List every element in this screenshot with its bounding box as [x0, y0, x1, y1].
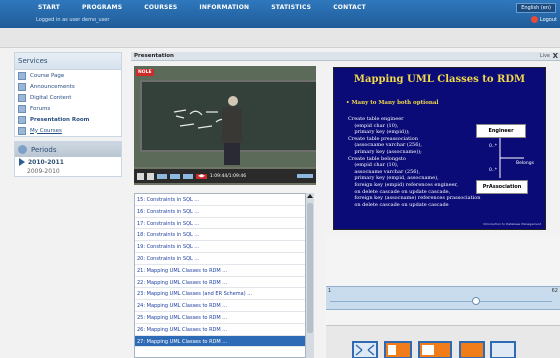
list-item[interactable]: 22: Mapping UML Classes to RDM ...	[135, 277, 313, 289]
live-label: Live	[539, 53, 550, 59]
top-navigation: START PROGRAMS COURSES INFORMATION STATI…	[0, 0, 560, 28]
nav-start[interactable]: START	[38, 4, 60, 11]
list-item[interactable]: 26: Mapping UML Classes to RDM ...	[135, 324, 313, 336]
video-controls: ◀▶ 1:09:44/1:09:46	[134, 169, 316, 183]
logout-label: Logout	[539, 16, 557, 23]
nav-statistics[interactable]: STATISTICS	[271, 4, 311, 11]
timeline-track	[330, 301, 552, 302]
list-item[interactable]: 16: Constraints in SQL ...	[135, 206, 313, 218]
layout-video-only-icon[interactable]	[490, 341, 516, 358]
list-item-selected[interactable]: 27: Mapping UML Classes to RDM ...	[135, 335, 313, 348]
sub-bar	[0, 28, 560, 48]
list-item[interactable]: 25: Mapping UML Classes to RDM ...	[135, 312, 313, 324]
video-badge: NOLE	[136, 69, 154, 76]
layout-slide-only-icon[interactable]	[459, 341, 485, 358]
entity-engineer: Engineer	[476, 124, 526, 138]
nav-programs[interactable]: PROGRAMS	[82, 4, 122, 11]
progress-segment[interactable]	[170, 173, 180, 179]
sidebar-item-label: My Courses	[30, 127, 62, 134]
list-item[interactable]: 18: Constraints in SQL ...	[135, 229, 313, 242]
services-box: Services Course Page Announcements Digit…	[14, 52, 122, 137]
seek-marker[interactable]: ◀▶	[196, 173, 207, 179]
sidebar-item-course-page[interactable]: Course Page	[15, 70, 121, 81]
logout-icon	[530, 16, 538, 23]
nav-information[interactable]: INFORMATION	[199, 4, 249, 11]
sidebar-item-forums[interactable]: Forums	[15, 103, 121, 114]
entity-prassociation: PrAssociation	[476, 180, 528, 194]
presentation-slide: Mapping UML Classes to RDM • Many to Man…	[333, 67, 546, 230]
layout-toolbar	[326, 325, 560, 358]
list-item[interactable]: 15: Constraints in SQL ...	[135, 194, 313, 206]
timeline-end: 62	[551, 288, 558, 294]
nav-menu: START PROGRAMS COURSES INFORMATION STATI…	[38, 4, 366, 11]
multiplicity-top: 0..*	[489, 144, 497, 149]
period-item[interactable]: 2010-2011	[15, 157, 121, 167]
forum-icon	[18, 104, 26, 113]
services-title: Services	[15, 53, 121, 70]
sidebar-item-label: Digital Content	[30, 94, 72, 101]
sidebar-item-presentation-room[interactable]: Presentation Room	[15, 114, 121, 125]
sidebar-item-announcements[interactable]: Announcements	[15, 81, 121, 92]
list-item[interactable]: 19: Constraints in SQL ...	[135, 241, 313, 253]
content-icon	[18, 93, 26, 102]
er-diagram-lines	[499, 138, 524, 178]
page-icon	[18, 71, 26, 80]
courses-icon	[18, 126, 26, 135]
close-icon[interactable]: X	[553, 52, 558, 60]
presentation-icon	[18, 115, 26, 124]
timeline-start: 1	[328, 288, 332, 294]
sidebar-item-label: Forums	[30, 105, 51, 112]
scroll-up-icon[interactable]	[307, 194, 313, 198]
volume-slider[interactable]	[297, 174, 313, 178]
sidebar-item-digital-content[interactable]: Digital Content	[15, 92, 121, 103]
sidebar-item-my-courses[interactable]: My Courses	[15, 125, 121, 136]
lecturer	[222, 96, 244, 166]
chapter-list: 15: Constraints in SQL ... 16: Constrain…	[134, 193, 314, 358]
list-item[interactable]: 24: Mapping UML Classes to RDM ...	[135, 300, 313, 312]
sidebar: Services Course Page Announcements Digit…	[14, 52, 122, 177]
play-icon	[19, 158, 25, 166]
chapter-scrollbar[interactable]	[305, 193, 314, 358]
language-selector[interactable]: English (en)	[516, 3, 556, 13]
timeline-knob[interactable]	[472, 297, 480, 305]
periods-label: Periods	[31, 145, 57, 154]
list-item[interactable]: 21: Mapping UML Classes to RDM ...	[135, 265, 313, 277]
sidebar-item-label: Presentation Room	[30, 116, 90, 123]
list-item[interactable]: 17: Constraints in SQL ...	[135, 218, 313, 230]
periods-icon	[18, 145, 27, 154]
multiplicity-bottom: 0..*	[489, 168, 497, 173]
sidebar-item-label: Course Page	[30, 72, 65, 79]
progress-segment[interactable]	[157, 173, 167, 179]
sidebar-item-label: Announcements	[30, 83, 75, 90]
period-label: 2010-2011	[28, 158, 64, 166]
lecture-video[interactable]: NOLE	[134, 66, 316, 185]
list-item[interactable]: 20: Constraints in SQL ...	[135, 253, 313, 265]
stop-button[interactable]	[147, 172, 154, 180]
list-item[interactable]: 23: Mapping UML Classes (and ER Schema) …	[135, 288, 313, 301]
panel-title: Presentation	[134, 53, 174, 59]
logout-link[interactable]: Logout	[530, 16, 557, 23]
periods-box: Periods 2010-2011 2009-2010	[14, 141, 122, 177]
layout-video-slide-icon[interactable]	[384, 341, 412, 358]
panel-header: Presentation Live X	[131, 52, 560, 61]
nav-courses[interactable]: COURSES	[144, 4, 177, 11]
layout-fullscreen-icon[interactable]	[352, 341, 378, 358]
scroll-thumb[interactable]	[307, 203, 313, 333]
logged-in-text: Logged in as user demo_user	[36, 17, 110, 23]
relation-belongs: Belongs	[516, 161, 534, 166]
progress-segment[interactable]	[183, 173, 193, 179]
period-item[interactable]: 2009-2010	[15, 167, 121, 176]
video-time: 1:09:44/1:09:46	[209, 173, 247, 179]
announce-icon	[18, 82, 26, 91]
nav-contact[interactable]: CONTACT	[333, 4, 366, 11]
periods-title: Periods	[15, 142, 121, 157]
slide-footer: Introduction to Database Management	[482, 222, 541, 226]
play-button[interactable]	[137, 172, 144, 180]
slide-timeline[interactable]: 1 62	[326, 286, 560, 310]
layout-split-icon[interactable]	[418, 341, 452, 358]
